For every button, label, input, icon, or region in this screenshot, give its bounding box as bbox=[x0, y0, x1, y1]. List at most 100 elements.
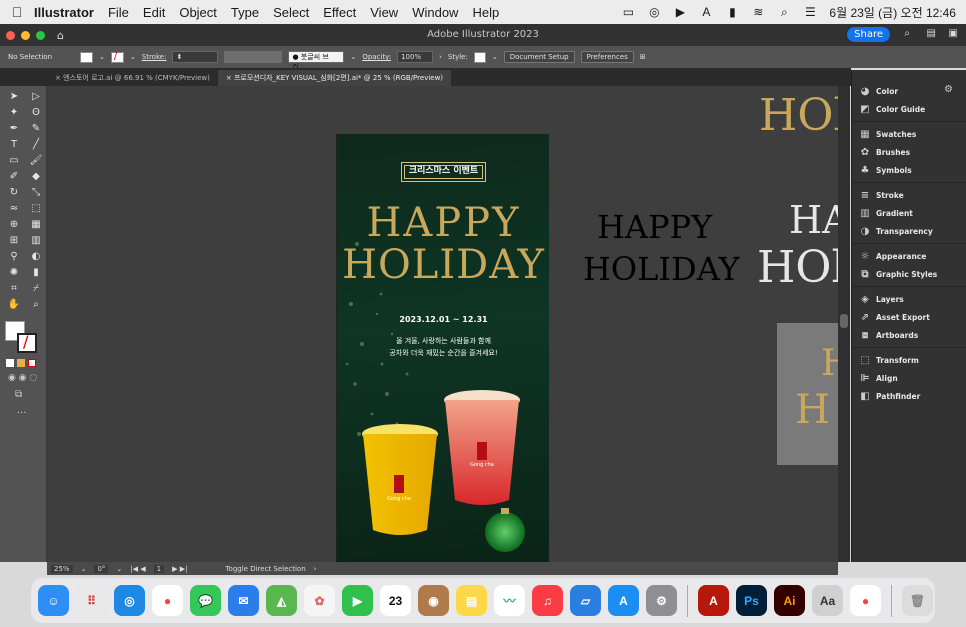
direct-selection-tool-icon[interactable]: ▷ bbox=[28, 90, 44, 103]
menu-type[interactable]: Type bbox=[231, 5, 259, 20]
holiday-white-text[interactable]: HOl bbox=[757, 242, 838, 293]
menu-select[interactable]: Select bbox=[273, 5, 309, 20]
panel-brushes[interactable]: ✿ Brushes bbox=[852, 143, 966, 161]
rectangle-tool-icon[interactable]: ▭ bbox=[6, 154, 22, 167]
symbol-sprayer-tool-icon[interactable]: ✺ bbox=[6, 266, 22, 279]
draw-mode-icons[interactable]: ◉ ◉ ◌ bbox=[0, 367, 46, 389]
description-line-2[interactable]: 공차와 더욱 재밌는 순간을 즐겨세요! bbox=[337, 348, 550, 358]
clock[interactable]: 6월 23일 (금) 오전 12:46 bbox=[829, 4, 956, 21]
dock-maps-icon[interactable]: ◭ bbox=[266, 585, 297, 616]
dock-facetime-icon[interactable]: ▶ bbox=[342, 585, 373, 616]
panel-stroke[interactable]: ≡ Stroke bbox=[852, 186, 966, 204]
eyedropper-tool-icon[interactable]: ⚲ bbox=[6, 250, 22, 263]
event-date[interactable]: 2023.12.01 ~ 12.31 bbox=[337, 315, 550, 324]
workspace-icon[interactable]: ▤ bbox=[927, 28, 936, 39]
dock-notes-icon[interactable]: ▤ bbox=[456, 585, 487, 616]
dock-messages-icon[interactable]: 💬 bbox=[190, 585, 221, 616]
dock-app-store-icon[interactable]: A bbox=[608, 585, 639, 616]
perspective-grid-tool-icon[interactable]: ▦ bbox=[28, 218, 44, 231]
chevron-down-icon[interactable]: ⌄ bbox=[99, 53, 105, 61]
dock-music-icon[interactable]: ♫ bbox=[532, 585, 563, 616]
display-icon[interactable]: ▭ bbox=[621, 5, 635, 19]
dock-system-settings-icon[interactable]: ⚙ bbox=[646, 585, 677, 616]
pen-tool-icon[interactable]: ✒ bbox=[6, 122, 22, 135]
free-transform-tool-icon[interactable]: ⬚ bbox=[28, 202, 44, 215]
paintbrush-tool-icon[interactable]: 🖌 bbox=[28, 154, 44, 167]
headline-happy[interactable]: HAPPY bbox=[337, 200, 550, 246]
dock-launchpad-icon[interactable]: ⠿ bbox=[76, 585, 107, 616]
panel-transparency[interactable]: ◑ Transparency bbox=[852, 222, 966, 240]
creative-cloud-icon[interactable]: ◎ bbox=[647, 5, 661, 19]
zoom-level[interactable]: 25% bbox=[51, 564, 73, 573]
stroke-label[interactable]: Stroke: bbox=[142, 53, 167, 61]
chevron-down-icon[interactable]: ⌄ bbox=[350, 53, 356, 61]
dock-mail-icon[interactable]: ✉ bbox=[228, 585, 259, 616]
fill-swatch[interactable] bbox=[80, 51, 94, 63]
zoom-tool-icon[interactable]: ⌕ bbox=[28, 298, 44, 311]
holiday-black-text[interactable]: HOLIDAY bbox=[583, 250, 740, 288]
dock-illustrator-icon[interactable]: Ai bbox=[774, 585, 805, 616]
preferences-button[interactable]: Preferences bbox=[580, 51, 634, 63]
type-tool-icon[interactable]: T bbox=[6, 138, 22, 151]
panel-graphic-styles[interactable]: ⧉ Graphic Styles bbox=[852, 265, 966, 283]
vertical-scrollbar[interactable] bbox=[838, 86, 850, 562]
search-icon[interactable]: ⌕ bbox=[904, 28, 910, 39]
menu-view[interactable]: View bbox=[370, 5, 398, 20]
panel-symbols[interactable]: ♣ Symbols bbox=[852, 161, 966, 179]
app-menu[interactable]: Illustrator bbox=[34, 5, 94, 20]
description-line-1[interactable]: 올 겨울, 사랑하는 사람들과 함께 bbox=[337, 336, 550, 346]
scroll-thumb[interactable] bbox=[840, 314, 848, 328]
blend-tool-icon[interactable]: ◐ bbox=[28, 250, 44, 263]
scale-tool-icon[interactable]: ⤡ bbox=[28, 186, 44, 199]
happy-white-text[interactable]: HA bbox=[789, 198, 838, 242]
menu-help[interactable]: Help bbox=[472, 5, 499, 20]
panel-asset-export[interactable]: ⇗ Asset Export bbox=[852, 308, 966, 326]
chevron-down-icon[interactable]: ⌄ bbox=[116, 565, 122, 573]
panel-color-guide[interactable]: ◩ Color Guide bbox=[852, 100, 966, 118]
happy-black-text[interactable]: HAPPY bbox=[597, 208, 712, 246]
brush-definition[interactable]: ● 붓글씨 브러... bbox=[288, 51, 345, 71]
menu-effect[interactable]: Effect bbox=[323, 5, 356, 20]
chevron-right-icon[interactable]: › bbox=[439, 53, 442, 61]
chevron-down-icon[interactable]: ⌄ bbox=[130, 53, 136, 61]
selection-tool-icon[interactable]: ➤ bbox=[6, 90, 22, 103]
panel-artboards[interactable]: ⧈ Artboards bbox=[852, 326, 966, 344]
gray-artboard-variant[interactable]: H H bbox=[777, 323, 838, 465]
gradient-tool-icon[interactable]: ▥ bbox=[28, 234, 44, 247]
dock-trash-icon[interactable]: 🗑 bbox=[902, 585, 933, 616]
opacity-input[interactable]: 100% bbox=[397, 51, 434, 63]
screen-mode-icon[interactable]: ⧉ bbox=[0, 389, 46, 400]
dock-photos-icon[interactable]: ✿ bbox=[304, 585, 335, 616]
artboard-tool-icon[interactable]: ⌗ bbox=[6, 282, 22, 295]
magic-wand-tool-icon[interactable]: ✦ bbox=[6, 106, 22, 119]
chevron-right-icon[interactable]: › bbox=[314, 565, 317, 573]
mesh-tool-icon[interactable]: ⊞ bbox=[6, 234, 22, 247]
arrange-documents-icon[interactable]: ⊞ bbox=[640, 53, 646, 61]
dock-acrobat-icon[interactable]: A bbox=[698, 585, 729, 616]
hand-tool-icon[interactable]: ✋ bbox=[6, 298, 22, 311]
dock-safari-icon[interactable]: ◎ bbox=[114, 585, 145, 616]
lasso-tool-icon[interactable]: ʘ bbox=[28, 106, 44, 119]
panel-appearance[interactable]: ☼ Appearance bbox=[852, 247, 966, 265]
dock-finder-icon[interactable]: ☺ bbox=[38, 585, 69, 616]
dock-calendar-icon[interactable]: 23 bbox=[380, 585, 411, 616]
opacity-label[interactable]: Opacity: bbox=[362, 53, 391, 61]
headline-holiday[interactable]: HOLIDAY bbox=[337, 242, 550, 288]
more-tools-icon[interactable]: ··· bbox=[0, 400, 46, 427]
menu-window[interactable]: Window bbox=[412, 5, 458, 20]
stroke-weight-input[interactable]: ⬍ bbox=[172, 51, 219, 63]
battery-icon[interactable]: ▮ bbox=[725, 5, 739, 19]
fill-stroke-control[interactable]: / bbox=[0, 319, 46, 359]
eraser-tool-icon[interactable]: ◆ bbox=[28, 170, 44, 183]
line-tool-icon[interactable]: ╱ bbox=[28, 138, 44, 151]
artboard-key-visual[interactable]: 크리스마스 이벤트 HAPPY HOLIDAY 2023.12.01 ~ 12.… bbox=[336, 134, 549, 562]
panel-transform[interactable]: ⬚ Transform bbox=[852, 351, 966, 369]
search-icon[interactable]: ⌕ bbox=[777, 5, 791, 20]
dock-contacts-icon[interactable]: ◉ bbox=[418, 585, 449, 616]
dock-photoshop-icon[interactable]: Ps bbox=[736, 585, 767, 616]
slice-tool-icon[interactable]: ⌿ bbox=[28, 282, 44, 295]
color-mode-icon[interactable] bbox=[6, 359, 14, 367]
panel-options-icon[interactable]: ⚙ bbox=[944, 84, 953, 95]
style-swatch[interactable] bbox=[473, 51, 486, 63]
share-button[interactable]: Share bbox=[847, 27, 890, 42]
